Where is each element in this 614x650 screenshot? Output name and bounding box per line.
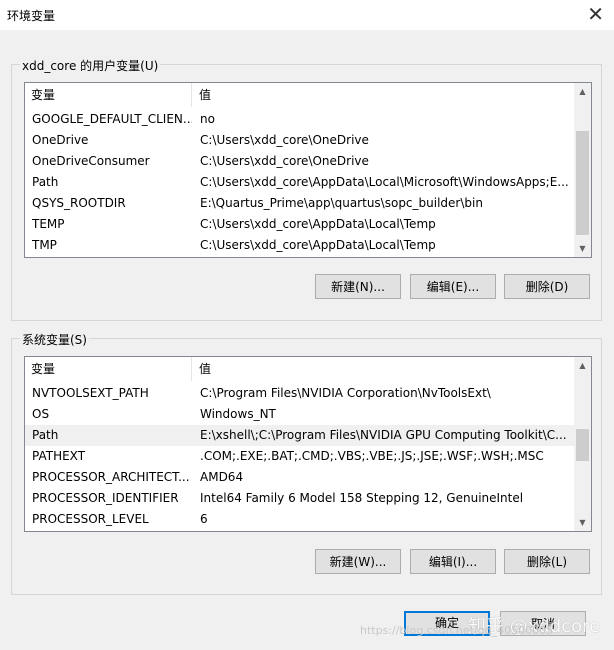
- variable-name: PROCESSOR_LEVEL: [32, 512, 149, 526]
- user-vars-label: xdd_core 的用户变量(U): [20, 57, 161, 74]
- table-row[interactable]: OneDriveConsumer C:\Users\xdd_core\OneDri…: [25, 151, 574, 172]
- user-vars-header: 变量 值: [25, 83, 574, 107]
- variable-value: C:\Users\xdd_core\AppData\Local\Temp: [200, 217, 436, 231]
- col-value-header[interactable]: 值: [193, 83, 211, 107]
- table-row[interactable]: OS Windows_NT: [25, 404, 574, 425]
- system-vars-header: 变量 值: [25, 357, 574, 381]
- variable-value: C:\Users\xdd_core\OneDrive: [200, 133, 369, 147]
- variable-value: no: [200, 112, 215, 126]
- system-vars-rows: NVTOOLSEXT_PATH C:\Program Files\NVIDIA C…: [25, 383, 574, 530]
- variable-value: .COM;.EXE;.BAT;.CMD;.VBS;.VBE;.JS;.JSE;.…: [200, 449, 544, 463]
- user-vars-scrollbar[interactable]: ▲ ▼: [574, 83, 591, 257]
- table-row[interactable]: PATHEXT .COM;.EXE;.BAT;.CMD;.VBS;.VBE;.JS…: [25, 446, 574, 467]
- variable-name: PROCESSOR_ARCHITECT...: [32, 470, 190, 484]
- variable-value: C:\Users\xdd_core\AppData\Local\Microsof…: [200, 175, 569, 189]
- variable-name: OS: [32, 407, 50, 421]
- col-value-header[interactable]: 值: [193, 357, 211, 381]
- variable-name: PROCESSOR_IDENTIFIER: [32, 491, 179, 505]
- variable-value: AMD64: [200, 470, 244, 484]
- variable-value: Windows_NT: [200, 407, 276, 421]
- variable-value: Intel64 Family 6 Model 158 Stepping 12, …: [200, 491, 524, 505]
- variable-value: C:\Users\xdd_core\OneDrive: [200, 154, 369, 168]
- system-edit-button[interactable]: 编辑(I)...: [410, 549, 496, 574]
- user-delete-button[interactable]: 删除(D): [504, 274, 590, 299]
- user-vars-rows: GOOGLE_DEFAULT_CLIEN... no OneDrive C:\User…: [25, 109, 574, 256]
- scroll-up-icon[interactable]: ▲: [574, 357, 591, 374]
- table-row[interactable]: QSYS_ROOTDIR E:\Quartus_Prime\app\quartus…: [25, 193, 574, 214]
- table-row[interactable]: PROCESSOR_ARCHITECT... AMD64: [25, 467, 574, 488]
- table-row[interactable]: GOOGLE_DEFAULT_CLIEN... no: [25, 109, 574, 130]
- system-vars-scrollbar[interactable]: ▲ ▼: [574, 357, 591, 531]
- variable-value: C:\Users\xdd_core\AppData\Local\Temp: [200, 238, 436, 252]
- table-row[interactable]: TEMP C:\Users\xdd_core\AppData\Local\Temp: [25, 214, 574, 235]
- table-row[interactable]: Path E:\xshell\;C:\Program Files\NVIDIA G…: [25, 425, 574, 446]
- system-new-button[interactable]: 新建(W)...: [315, 549, 401, 574]
- system-vars-list[interactable]: 变量 值 NVTOOLSEXT_PATH C:\Program Files\NVI…: [24, 356, 592, 532]
- close-icon[interactable]: ✕: [587, 2, 604, 26]
- variable-name: OneDriveConsumer: [32, 154, 150, 168]
- variable-value: 6: [200, 512, 208, 526]
- user-edit-button[interactable]: 编辑(E)...: [410, 274, 496, 299]
- watermark-url: https://blog.csdn.net/qq_40500005: [360, 624, 554, 637]
- variable-value: C:\Program Files\NVIDIA Corporation\NvTo…: [200, 386, 491, 400]
- variable-name: TMP: [32, 238, 57, 252]
- variable-name: GOOGLE_DEFAULT_CLIEN...: [32, 112, 192, 126]
- system-vars-label: 系统变量(S): [20, 331, 89, 348]
- scroll-down-icon[interactable]: ▼: [574, 240, 591, 257]
- table-row[interactable]: PROCESSOR_LEVEL 6: [25, 509, 574, 530]
- variable-name: PATHEXT: [32, 449, 86, 463]
- table-row[interactable]: NVTOOLSEXT_PATH C:\Program Files\NVIDIA C…: [25, 383, 574, 404]
- title-bar: 环境变量 ✕: [0, 0, 614, 30]
- variable-name: QSYS_ROOTDIR: [32, 196, 126, 210]
- scroll-up-icon[interactable]: ▲: [574, 83, 591, 100]
- scroll-down-icon[interactable]: ▼: [574, 514, 591, 531]
- col-name-header[interactable]: 变量: [25, 83, 192, 107]
- scroll-thumb[interactable]: [576, 131, 589, 235]
- col-name-header[interactable]: 变量: [25, 357, 192, 381]
- system-delete-button[interactable]: 删除(L): [504, 549, 590, 574]
- variable-name: NVTOOLSEXT_PATH: [32, 386, 149, 400]
- window-title: 环境变量: [7, 9, 56, 23]
- variable-name: OneDrive: [32, 133, 89, 147]
- user-new-button[interactable]: 新建(N)...: [315, 274, 401, 299]
- variable-name: TEMP: [32, 217, 65, 231]
- variable-value: E:\Quartus_Prime\app\quartus\sopc_builde…: [200, 196, 483, 210]
- table-row[interactable]: Path C:\Users\xdd_core\AppData\Local\Micr…: [25, 172, 574, 193]
- table-row[interactable]: PROCESSOR_IDENTIFIER Intel64 Family 6 Mod…: [25, 488, 574, 509]
- variable-value: E:\xshell\;C:\Program Files\NVIDIA GPU C…: [200, 428, 567, 442]
- table-row[interactable]: OneDrive C:\Users\xdd_core\OneDrive: [25, 130, 574, 151]
- variable-name: Path: [32, 175, 59, 189]
- user-vars-list[interactable]: 变量 值 GOOGLE_DEFAULT_CLIEN... no OneDrive C:…: [24, 82, 592, 258]
- scroll-thumb[interactable]: [576, 429, 589, 461]
- variable-name: Path: [32, 428, 59, 442]
- table-row[interactable]: TMP C:\Users\xdd_core\AppData\Local\Temp: [25, 235, 574, 256]
